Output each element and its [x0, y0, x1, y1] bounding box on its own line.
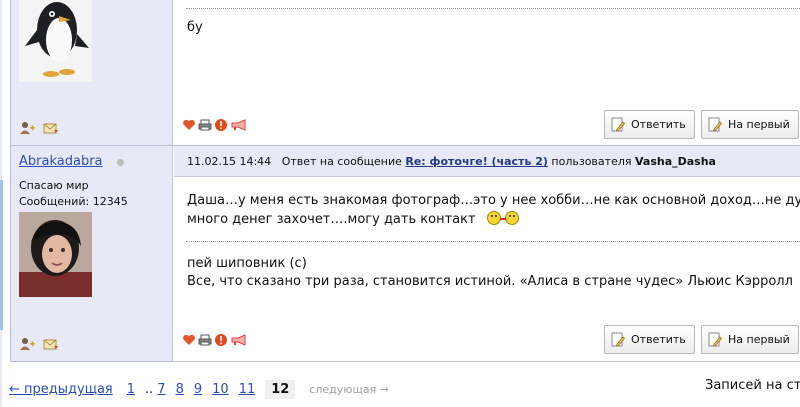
- page-link-8[interactable]: 8: [176, 382, 184, 397]
- post-body: 11.02.15 14:44 Ответ на сообщение Re: фо…: [174, 146, 800, 361]
- topic-link[interactable]: Re: фоточге! (часть 2): [405, 155, 548, 168]
- current-page: 12: [265, 380, 296, 399]
- post: бу Ответить На первый: [10, 0, 800, 146]
- next-page-label: следующая →: [309, 383, 389, 396]
- woman-avatar-image: [19, 212, 92, 297]
- megaphone-icon[interactable]: [230, 334, 248, 346]
- message-line: много денег захочет….могу дать контакт: [187, 210, 520, 229]
- post-body: бу Ответить На первый: [174, 0, 800, 145]
- report-icon[interactable]: [214, 118, 228, 132]
- offline-status-icon: [117, 159, 124, 166]
- post-author-panel: Abrakadabra Спасаю мир Сообщений: 12345: [11, 146, 173, 361]
- to-first-button-label: На первый: [728, 333, 790, 346]
- print-icon[interactable]: [198, 334, 212, 346]
- replied-user[interactable]: Vasha_Dasha: [635, 155, 716, 168]
- to-first-icon: [708, 117, 722, 131]
- selection-marker: [0, 180, 3, 330]
- heart-icon[interactable]: [182, 334, 196, 346]
- heart-icon[interactable]: [182, 119, 196, 131]
- print-icon[interactable]: [198, 119, 212, 131]
- post-author-panel: [11, 0, 173, 145]
- message-text: бу: [187, 20, 203, 35]
- author-name-link[interactable]: Abrakadabra: [19, 154, 103, 169]
- message-text: много денег захочет….могу дать контакт: [187, 212, 476, 227]
- author-status: Спасаю мир: [19, 179, 89, 192]
- megaphone-icon[interactable]: [230, 119, 248, 131]
- signature-line: Все, что сказано три раза, становится ис…: [187, 274, 793, 289]
- post-header: 11.02.15 14:44 Ответ на сообщение Re: фо…: [174, 146, 800, 177]
- post-tools: [182, 118, 248, 132]
- send-message-icon[interactable]: [43, 121, 59, 135]
- avatar[interactable]: [19, 0, 92, 82]
- page-link-10[interactable]: 10: [212, 382, 229, 397]
- signature-line: пей шиповник (с): [187, 256, 307, 271]
- reply-prefix: Ответ на сообщение: [281, 155, 402, 168]
- divider: [186, 8, 800, 9]
- pagination: ← предыдущая 1 .. 7 8 9 10 11 12 следующ…: [9, 380, 389, 399]
- reply-button[interactable]: Ответить: [604, 325, 695, 354]
- prev-page-link[interactable]: ← предыдущая: [9, 382, 113, 397]
- reply-button-label: Ответить: [631, 333, 686, 346]
- user-prefix: пользователя: [551, 155, 632, 168]
- author-actions: [19, 337, 59, 351]
- add-friend-icon[interactable]: [19, 121, 35, 135]
- to-first-icon: [708, 332, 722, 346]
- report-icon[interactable]: [214, 333, 228, 347]
- post-tools: [182, 333, 248, 347]
- page-link-11[interactable]: 11: [239, 382, 256, 397]
- to-first-button[interactable]: На первый: [701, 325, 799, 354]
- reply-icon: [611, 332, 625, 346]
- page-link-1[interactable]: 1: [127, 382, 135, 397]
- records-per-page-label: Записей на ст: [705, 378, 800, 393]
- page-link-9[interactable]: 9: [194, 382, 202, 397]
- to-first-button[interactable]: На первый: [701, 110, 799, 139]
- reply-button-label: Ответить: [631, 118, 686, 131]
- reply-button[interactable]: Ответить: [604, 110, 695, 139]
- send-message-icon[interactable]: [43, 337, 59, 351]
- pagination-ellipsis: ..: [145, 382, 154, 397]
- post-datetime: 11.02.15 14:44: [187, 155, 272, 168]
- smiley-icon: [486, 211, 519, 225]
- reply-icon: [611, 117, 625, 131]
- message-line: Даша…у меня есть знакомая фотограф…это у…: [187, 193, 800, 208]
- penguin-avatar-image: [19, 0, 92, 82]
- author-post-count: Сообщений: 12345: [19, 195, 128, 208]
- signature-divider: [186, 241, 800, 242]
- to-first-button-label: На первый: [728, 118, 790, 131]
- author-actions: [19, 121, 59, 135]
- post: Abrakadabra Спасаю мир Сообщений: 12345: [10, 146, 800, 362]
- add-friend-icon[interactable]: [19, 337, 35, 351]
- page-link-7[interactable]: 7: [157, 382, 165, 397]
- avatar[interactable]: [19, 212, 92, 297]
